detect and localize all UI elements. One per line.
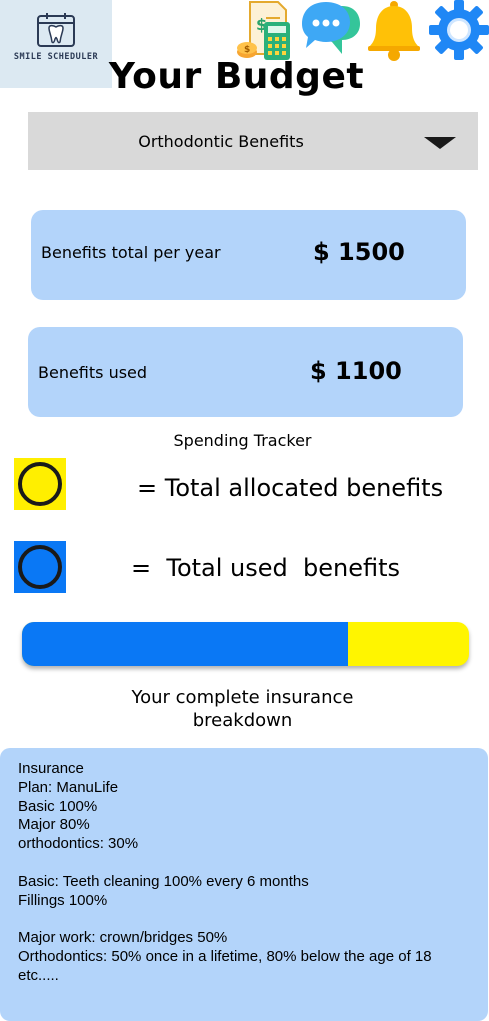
progress-used-fill — [22, 622, 349, 666]
breakdown-line: Insurance — [18, 760, 84, 777]
insurance-breakdown-panel: Insurance Plan: ManuLife Basic 100% Major 8… — [0, 748, 488, 1021]
spending-tracker-title: Spending Tracker — [173, 431, 312, 450]
benefits-total-value: $ 1500 — [313, 238, 405, 266]
breakdown-line: Fillings 100% — [18, 891, 108, 909]
breakdown-title: Your complete insurance breakdown — [0, 686, 487, 732]
dropdown-selected-value: Orthodontic Benefits — [138, 131, 304, 151]
breakdown-line: Basic: Teeth cleaning 100% every 6 month… — [18, 872, 309, 890]
benefits-used-label: Benefits used — [38, 363, 148, 382]
gear-icon[interactable] — [428, 0, 489, 62]
breakdown-title-line-2: breakdown — [192, 710, 293, 731]
page-title: Your Budget — [108, 56, 365, 97]
breakdown-line: etc..... — [18, 966, 59, 984]
used-legend-text: = Total used benefits — [131, 554, 401, 582]
spending-progress-bar — [22, 622, 469, 666]
benefits-used-card: Benefits used $ 1100 — [28, 327, 463, 417]
chevron-down-icon — [424, 137, 456, 149]
circle-icon — [18, 462, 62, 506]
allocated-legend-text: = Total allocated benefits — [137, 474, 444, 502]
breakdown-line: Orthodontics: 50% once in a lifetime, 80… — [18, 947, 432, 965]
breakdown-line: Basic 100% — [18, 797, 98, 815]
circle-icon — [18, 545, 62, 589]
breakdown-line: Major work: crown/bridges 50% — [18, 929, 228, 947]
breakdown-line: orthodontics: 30% — [18, 835, 139, 853]
bell-icon[interactable] — [366, 0, 422, 62]
breakdown-line: Major 80% — [18, 816, 90, 834]
benefits-total-card: Benefits total per year $ 1500 — [31, 210, 466, 300]
breakdown-title-line-1: Your complete insurance — [131, 687, 354, 708]
benefits-total-label: Benefits total per year — [41, 243, 221, 262]
budget-calculator-icon[interactable]: $ $ — [234, 0, 298, 62]
benefits-used-value: $ 1100 — [310, 357, 402, 385]
breakdown-spacer — [18, 910, 470, 929]
used-legend-swatch — [14, 541, 66, 593]
chat-icon[interactable] — [298, 0, 362, 62]
benefits-dropdown[interactable]: Orthodontic Benefits — [28, 112, 478, 170]
svg-text:$: $ — [244, 45, 250, 55]
breakdown-spacer — [18, 854, 470, 873]
breakdown-line: Plan: ManuLife — [18, 778, 119, 796]
tooth-calendar-icon — [37, 13, 75, 47]
allocated-legend-swatch — [14, 458, 66, 510]
